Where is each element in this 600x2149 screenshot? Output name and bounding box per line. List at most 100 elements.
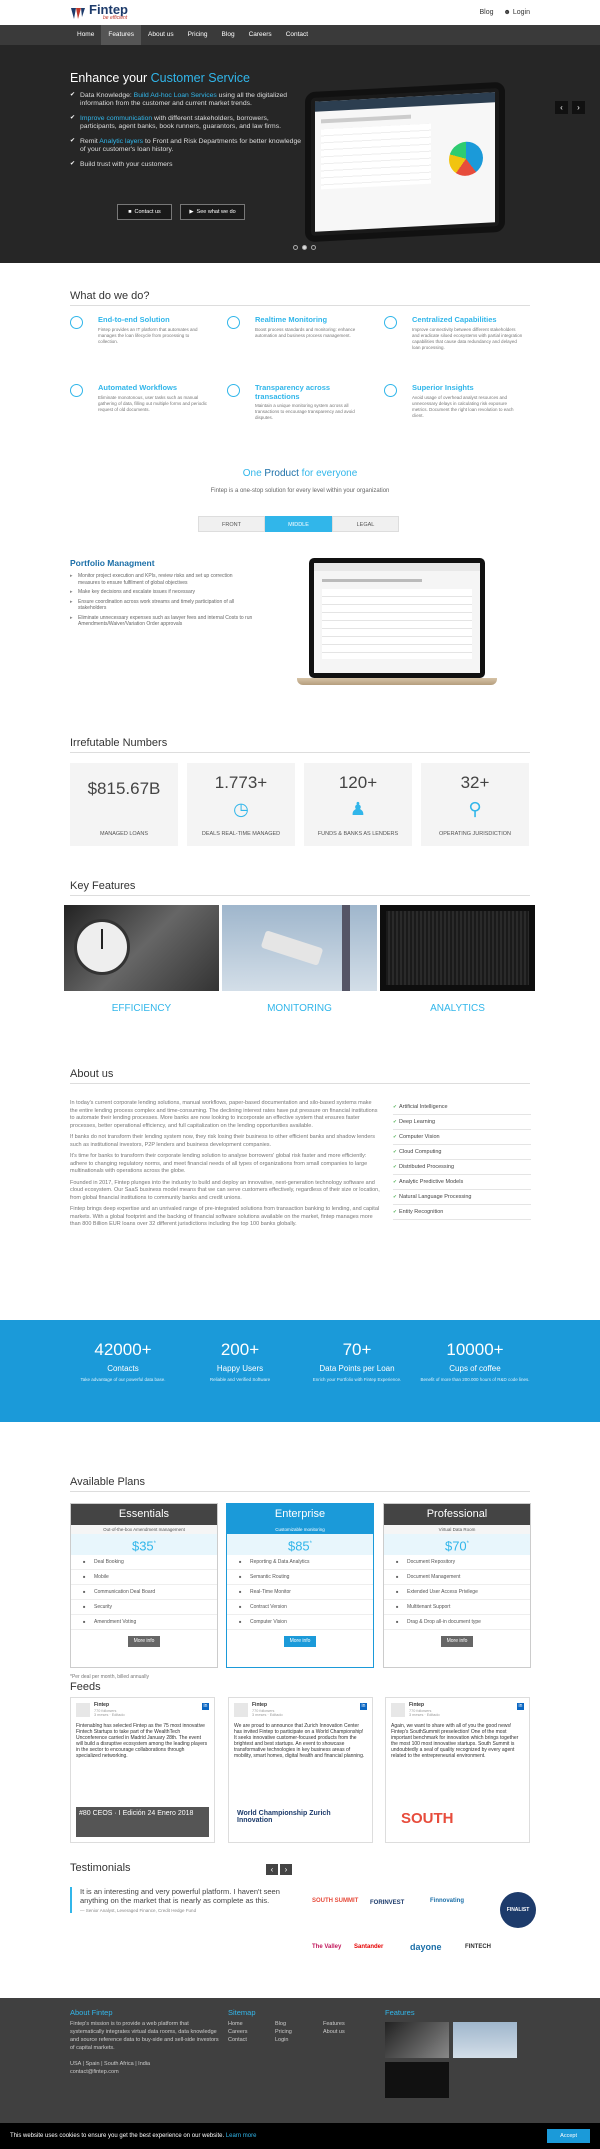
partner-logo: FORINVEST — [370, 1900, 405, 1906]
section-title: Feeds — [70, 1681, 101, 1693]
feed-card[interactable]: Fintep 770 followers 3 meses · Editado in … — [385, 1697, 530, 1843]
list-item: Natural Language Processing — [393, 1190, 531, 1205]
sitemap-col: Home Careers Contact — [228, 2020, 248, 2044]
more-info-button[interactable]: More info — [284, 1636, 316, 1647]
sitemap-link[interactable]: Login — [275, 2036, 292, 2044]
hero-bullet: Remit Analytic layers to Front and Risk … — [70, 138, 305, 153]
partner-logo: Santander — [354, 1944, 384, 1950]
sitemap-link[interactable]: Careers — [228, 2028, 248, 2036]
what-we-do-section: What do we do? — [70, 290, 530, 306]
about-section: About us — [70, 1068, 530, 1084]
nav-blog[interactable]: Blog — [215, 25, 242, 45]
list-item: Eliminate unnecessary expenses such as l… — [70, 615, 255, 628]
carousel-dots — [293, 245, 316, 250]
main-nav: Home Features About us Pricing Blog Care… — [0, 25, 600, 45]
carousel-dot[interactable] — [302, 245, 307, 250]
see-what-we-do-button[interactable]: ▶ See what we do — [180, 204, 245, 220]
plan-card-professional: Professional Virtual Data Room $70* Docu… — [383, 1503, 531, 1668]
footer-features-title: Features — [385, 2008, 415, 2017]
database-icon — [384, 316, 397, 329]
footer-feature-thumb[interactable] — [385, 2062, 449, 2098]
testimonial-prev-arrow[interactable]: ‹ — [266, 1864, 278, 1875]
divider — [70, 895, 530, 896]
section-title: Available Plans — [70, 1476, 146, 1488]
analytics-image — [380, 905, 535, 991]
list-item: Monitor project execution and KPIs, revi… — [70, 573, 255, 586]
hero-carousel: Enhance your Customer Service Data Knowl… — [0, 45, 600, 263]
stat: 10000+ Cups of coffee Benefit of more than… — [420, 1340, 530, 1382]
feature-item: Automated Workflows Eliminate monotonous,… — [70, 383, 210, 413]
divider — [70, 752, 530, 753]
product-subtitle: Fintep is a one-stop solution for every … — [210, 488, 390, 494]
portfolio-title: Portfolio Managment — [70, 558, 155, 568]
accept-cookies-button[interactable]: Accept — [547, 2129, 590, 2143]
sitemap-link[interactable]: Pricing — [275, 2028, 292, 2036]
testimonial-next-arrow[interactable]: › — [280, 1864, 292, 1875]
tab-front[interactable]: FRONT — [198, 516, 265, 532]
play-icon: ▶ — [189, 209, 194, 215]
numbers-section: Irrefutable Numbers — [70, 737, 530, 753]
tablet-mockup-image — [305, 81, 505, 243]
section-title: Irrefutable Numbers — [70, 737, 168, 749]
nav-pricing[interactable]: Pricing — [181, 25, 215, 45]
feed-card[interactable]: Fintep 770 followers 3 meses · Editado in … — [70, 1697, 215, 1843]
portfolio-management-block: Portfolio Managment Monitor project exec… — [70, 558, 255, 631]
tab-legal[interactable]: LEGAL — [332, 516, 399, 532]
linkedin-icon: in — [517, 1703, 524, 1710]
section-title: About us — [70, 1068, 114, 1080]
list-item: Computer Vision — [393, 1130, 531, 1145]
footer-about-text: Fintep's mission is to provide a web pla… — [70, 2021, 219, 2075]
list-item: Entity Recognition — [393, 1205, 531, 1220]
feature-item: End-to-end Solution Fintep provides an IT… — [70, 315, 210, 345]
nav-contact[interactable]: Contact — [279, 25, 315, 45]
footer-sitemap-title: Sitemap — [228, 2008, 256, 2017]
nav-home[interactable]: Home — [70, 25, 101, 45]
tab-middle[interactable]: MIDDLE — [265, 516, 332, 532]
footer-feature-thumb[interactable] — [453, 2022, 517, 2058]
sitemap-link[interactable]: Features — [323, 2020, 345, 2028]
feature-item: Transparency across transactions Maintain… — [227, 383, 367, 421]
more-info-button[interactable]: More info — [128, 1636, 160, 1647]
nav-careers[interactable]: Careers — [242, 25, 279, 45]
feature-item: Superior Insights Avoid usage of overhead… — [384, 383, 524, 419]
product-title: One Product for everyone — [242, 468, 358, 479]
key-features-section: Key Features — [70, 880, 530, 896]
plan-card-essentials: Essentials Out-of-the-box Amendment mana… — [70, 1503, 218, 1668]
carousel-dot[interactable] — [293, 245, 298, 250]
monitoring-image — [222, 905, 377, 991]
price: $70* — [384, 1534, 530, 1555]
footer-about-title: About Fintep — [70, 2008, 113, 2017]
nav-features[interactable]: Features — [101, 25, 141, 45]
list-item: Deep Learning — [393, 1115, 531, 1130]
brand-logo[interactable]: Fintep be efficient — [70, 3, 128, 21]
sitemap-link[interactable]: Blog — [275, 2020, 292, 2028]
carousel-next-arrow[interactable]: › — [572, 101, 585, 114]
carousel-dot[interactable] — [311, 245, 316, 250]
top-bar: Fintep be efficient Blog ☻ Login — [0, 0, 600, 25]
divider — [70, 1491, 530, 1492]
logo-icon — [71, 7, 85, 19]
footer-feature-thumb[interactable] — [385, 2022, 449, 2058]
list-item: Make key decisions and escalate issues i… — [70, 589, 255, 596]
testimonial-quote: It is an interesting and very powerful p… — [70, 1887, 302, 1913]
feed-image: #80 CEOS · I Edición 24 Enero 2018 — [76, 1807, 209, 1837]
more-info-button[interactable]: More info — [441, 1636, 473, 1647]
section-title: Key Features — [70, 880, 136, 892]
brand-tagline: be efficient — [103, 15, 128, 21]
carousel-prev-arrow[interactable]: ‹ — [555, 101, 568, 114]
blog-link[interactable]: Blog — [480, 9, 494, 16]
cookie-banner: This website uses cookies to ensure you … — [0, 2123, 600, 2149]
email-link[interactable]: contact@fintep.com — [70, 2069, 119, 2075]
login-link[interactable]: ☻ Login — [504, 9, 530, 16]
stats-banner: 42000+ Contacts Take advantage of our powe… — [0, 1320, 600, 1422]
sitemap-link[interactable]: About us — [323, 2028, 345, 2036]
feed-card[interactable]: Fintep 770 followers 3 meses · Editado in … — [228, 1697, 373, 1843]
bulb-icon — [384, 384, 397, 397]
partner-logo: SOUTH SUMMIT — [312, 1898, 359, 1904]
contact-us-button[interactable]: ■ Contact us — [117, 204, 172, 220]
sitemap-link[interactable]: Home — [228, 2020, 248, 2028]
footer: About Fintep Fintep's mission is to prov… — [0, 1998, 600, 2123]
nav-about[interactable]: About us — [141, 25, 181, 45]
learn-more-link[interactable]: Learn more — [226, 2133, 257, 2139]
sitemap-link[interactable]: Contact — [228, 2036, 248, 2044]
